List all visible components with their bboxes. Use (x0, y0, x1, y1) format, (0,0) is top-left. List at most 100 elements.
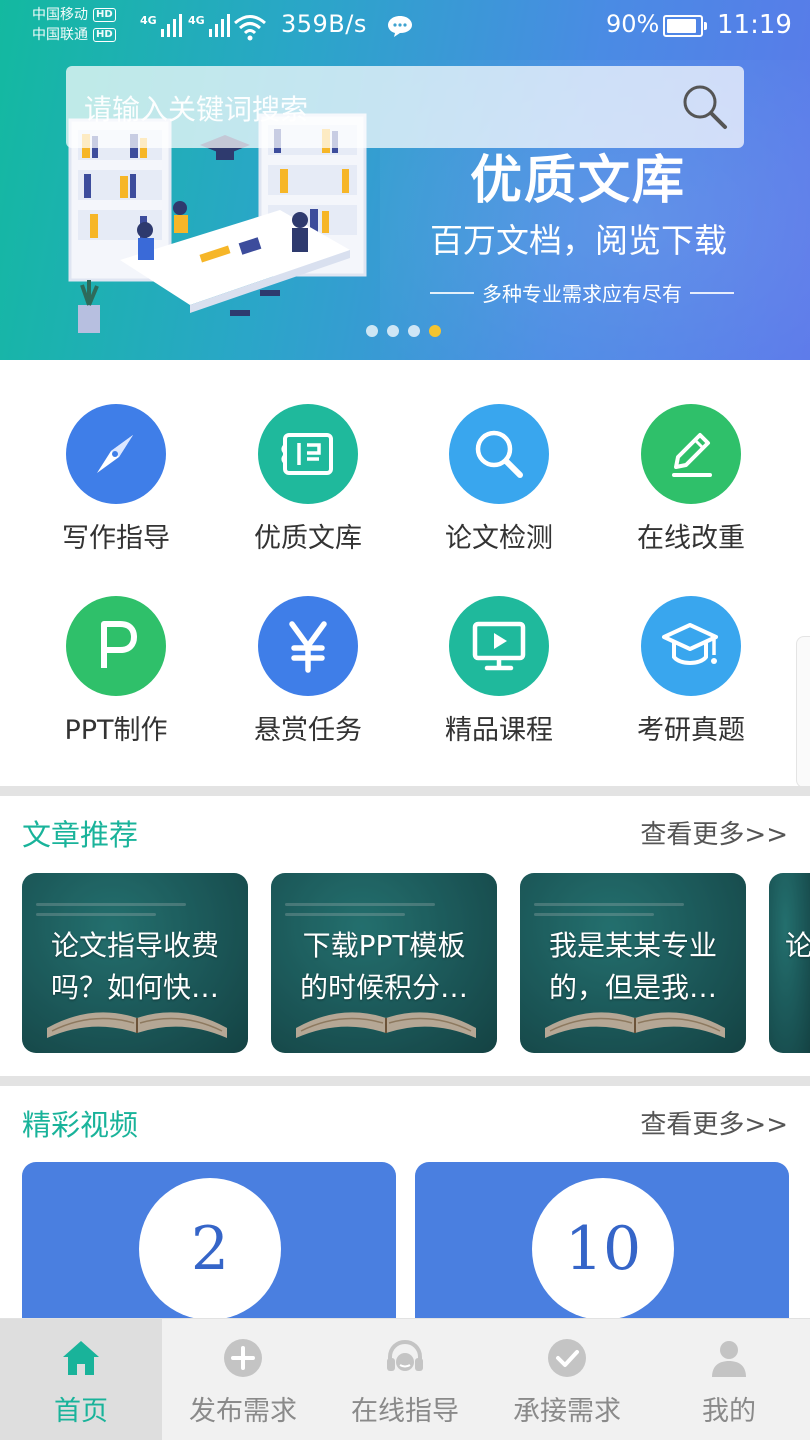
nav-label: 我的 (702, 1396, 756, 1427)
feature-icon-circle (66, 404, 166, 504)
battery-icon (663, 15, 707, 37)
nav-label: 首页 (54, 1396, 108, 1427)
yen-icon (289, 621, 327, 673)
battery-fill (667, 19, 696, 33)
message-icon (388, 16, 412, 37)
section-divider (0, 1076, 810, 1086)
tagline-line-left (430, 291, 474, 294)
feature-icon-circle (258, 404, 358, 504)
videos-more-link[interactable]: 查看更多>> (640, 1104, 788, 1141)
network-speed: 359B/s (281, 10, 367, 38)
feature-icon-circle (641, 404, 741, 504)
feature-paper-check[interactable]: 论文检测 (404, 404, 594, 555)
nav-accept-request[interactable]: 承接需求 (486, 1319, 648, 1440)
plus-circle-icon (224, 1339, 262, 1377)
network-type-2: 4G (188, 14, 205, 27)
article-title-line1: 我是某某专业 (548, 929, 717, 962)
carousel-dot[interactable] (387, 325, 399, 337)
bottom-navigation: 首页 发布需求 在线指导 承接需求 我的 (0, 1318, 810, 1440)
feature-icon-circle (641, 596, 741, 696)
feature-reward-task[interactable]: 悬赏任务 (213, 596, 403, 747)
carousel-dot[interactable] (366, 325, 378, 337)
feature-label: 论文检测 (445, 523, 553, 554)
feature-label: 优质文库 (254, 523, 362, 554)
video-number: 2 (139, 1178, 281, 1320)
article-card[interactable]: 论 (769, 873, 810, 1053)
section-divider (0, 786, 810, 796)
headset-icon (387, 1339, 423, 1371)
video-number: 10 (532, 1178, 674, 1320)
p-letter-icon (101, 621, 137, 668)
banner-tagline: 多种专业需求应有尽有 (430, 278, 734, 307)
article-card-text: 论 (785, 925, 810, 967)
feature-label: 写作指导 (62, 523, 170, 554)
feature-ppt-making[interactable]: PPT制作 (21, 596, 211, 747)
feature-label: 悬赏任务 (254, 715, 362, 746)
videos-section-title: 精彩视频 (22, 1108, 139, 1142)
compass-icon (97, 435, 133, 473)
magnifier-icon (475, 430, 523, 478)
video-card[interactable]: 10 (415, 1162, 789, 1332)
feature-label: 在线改重 (637, 523, 745, 554)
book-icon (281, 433, 333, 475)
article-card-text: 我是某某专业 的，但是我… (528, 925, 738, 1009)
nav-label: 在线指导 (351, 1396, 459, 1427)
article-title-line2: 吗？如何快… (50, 971, 219, 1004)
signal-1-icon: 4G (140, 14, 182, 37)
nav-mine[interactable]: 我的 (648, 1319, 810, 1440)
feature-icon-circle (258, 596, 358, 696)
pencil-icon (672, 433, 712, 477)
feature-writing-guide[interactable]: 写作指导 (21, 404, 211, 555)
article-title-line2: 的，但是我… (548, 971, 717, 1004)
articles-section-title: 文章推荐 (22, 818, 139, 852)
clock: 11:19 (717, 10, 792, 40)
carousel-indicator[interactable] (366, 325, 441, 337)
nav-home[interactable]: 首页 (0, 1319, 162, 1440)
article-title-line1: 论 (785, 929, 810, 962)
feature-icon-circle (66, 596, 166, 696)
feature-online-rewrite[interactable]: 在线改重 (596, 404, 786, 555)
banner-subtitle: 百万文档，阅览下载 (430, 221, 727, 260)
graduation-cap-icon (662, 623, 718, 665)
banner-carousel[interactable]: 中国移动 HD 中国联通 HD 4G 4G 359B/s 90% 11:19 请… (0, 0, 810, 360)
tagline-line-right (690, 291, 734, 294)
articles-more-link[interactable]: 查看更多>> (640, 814, 788, 851)
hd-badge-1: HD (93, 8, 116, 22)
network-type-1: 4G (140, 14, 157, 27)
carrier-2-name: 中国联通 (32, 27, 88, 43)
nav-label: 发布需求 (189, 1396, 297, 1427)
search-bar[interactable]: 请输入关键词搜索 (66, 66, 744, 148)
carrier-info: 中国移动 HD 中国联通 HD (32, 5, 116, 45)
feature-label: 精品课程 (445, 715, 553, 746)
carrier-1-name: 中国移动 (32, 7, 88, 23)
article-card[interactable]: 下载PPT模板 的时候积分… (271, 873, 497, 1053)
user-icon (712, 1341, 746, 1377)
feature-icon-circle (449, 596, 549, 696)
side-drawer-handle[interactable] (796, 636, 810, 788)
check-circle-icon (548, 1339, 586, 1377)
feature-premium-course[interactable]: 精品课程 (404, 596, 594, 747)
article-card[interactable]: 论文指导收费 吗？如何快… (22, 873, 248, 1053)
video-card[interactable]: 2 (22, 1162, 396, 1332)
wifi-icon (234, 15, 266, 41)
article-title-line1: 下载PPT模板 (302, 929, 466, 962)
carousel-dot[interactable] (408, 325, 420, 337)
home-icon (63, 1341, 99, 1375)
banner-title: 优质文库 (470, 151, 687, 211)
carousel-dot-active[interactable] (429, 325, 441, 337)
search-icon[interactable] (680, 82, 728, 130)
search-placeholder[interactable]: 请输入关键词搜索 (84, 88, 308, 128)
nav-online-guidance[interactable]: 在线指导 (324, 1319, 486, 1440)
feature-quality-library[interactable]: 优质文库 (213, 404, 403, 555)
nav-post-request[interactable]: 发布需求 (162, 1319, 324, 1440)
article-card[interactable]: 我是某某专业 的，但是我… (520, 873, 746, 1053)
feature-icon-circle (449, 404, 549, 504)
article-title-line2: 的时候积分… (299, 971, 468, 1004)
monitor-play-icon (472, 621, 526, 671)
article-title-line1: 论文指导收费 (50, 929, 219, 962)
battery-percent: 90% (606, 10, 660, 38)
feature-exam-questions[interactable]: 考研真题 (596, 596, 786, 747)
signal-2-icon: 4G (188, 14, 230, 37)
feature-label: PPT制作 (64, 715, 168, 746)
status-bar: 中国移动 HD 中国联通 HD 4G 4G 359B/s 90% 11:19 (0, 0, 810, 56)
